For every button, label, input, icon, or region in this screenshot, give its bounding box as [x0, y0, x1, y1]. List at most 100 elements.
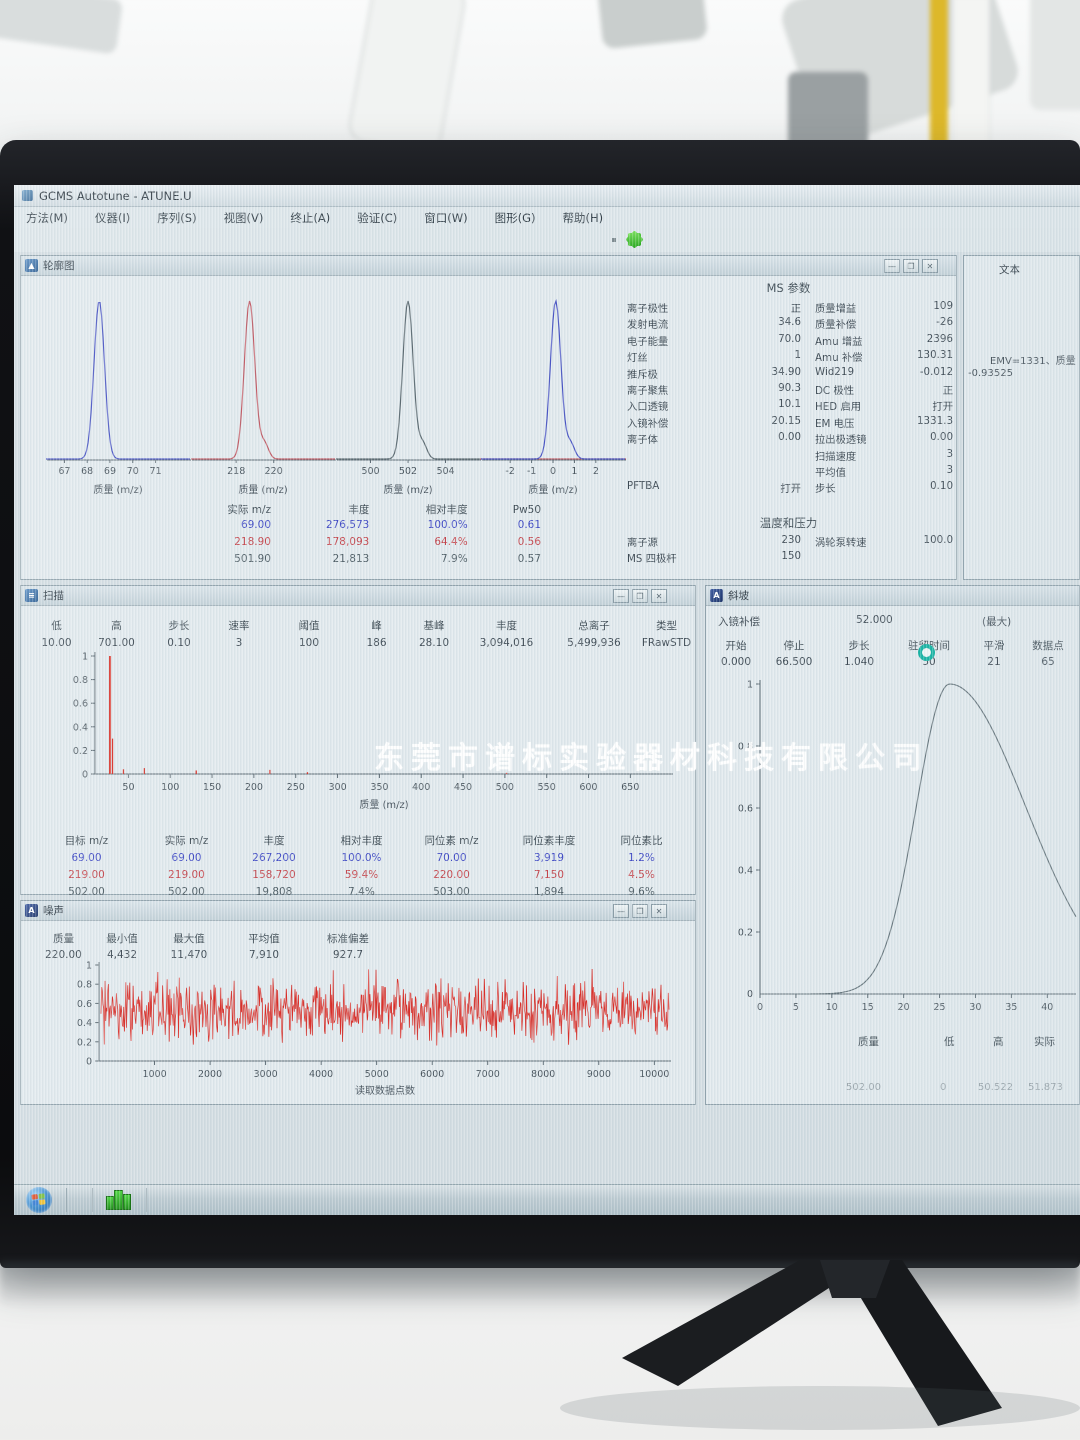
- menu-bar: 方法(M) 仪器(I) 序列(S) 视图(V) 终止(A) 验证(C) 窗口(W…: [14, 207, 1080, 229]
- ms-params-section: MS 参数 离子极性正质量增益109 发射电流34.6质量补偿-26 电子能量7…: [621, 280, 956, 566]
- panel-text: 文本 EMV=1331、质量 -0.93525: [963, 255, 1080, 580]
- svg-text:9000: 9000: [587, 1069, 611, 1080]
- svg-text:读取数据点数: 读取数据点数: [355, 1084, 415, 1097]
- svg-text:10000: 10000: [639, 1069, 669, 1080]
- window-titlebar[interactable]: GCMS Autotune - ATUNE.U: [14, 185, 1080, 207]
- svg-text:500: 500: [496, 782, 514, 793]
- svg-text:0.6: 0.6: [77, 999, 92, 1010]
- panel-ramp: A 斜坡 入镜补偿 52.000 (最大) 开始停止步长驻留时间平滑数据点 0.…: [705, 585, 1080, 1105]
- menu-window[interactable]: 窗口(W): [424, 210, 467, 226]
- taskbar-separator: [146, 1188, 147, 1212]
- panel-ramp-title: 斜坡: [728, 588, 749, 603]
- svg-text:220: 220: [265, 466, 283, 477]
- svg-text:550: 550: [538, 782, 556, 793]
- panel-ramp-titlebar[interactable]: A 斜坡: [706, 586, 1079, 606]
- minimize-icon[interactable]: —: [613, 589, 629, 603]
- svg-text:-2: -2: [505, 466, 514, 477]
- svg-text:0.2: 0.2: [73, 746, 88, 757]
- svg-text:-1: -1: [527, 466, 536, 477]
- svg-text:500: 500: [361, 466, 379, 477]
- toolbar-dot: [612, 238, 616, 242]
- menu-sequence[interactable]: 序列(S): [157, 210, 196, 226]
- run-icon[interactable]: [628, 233, 641, 246]
- panel-profile-titlebar[interactable]: ▲ 轮廓图: [21, 256, 956, 276]
- svg-text:1: 1: [82, 652, 88, 663]
- restore-icon[interactable]: ❐: [903, 259, 919, 273]
- panel-profile: ▲ 轮廓图 — ❐ ✕ 6768697071质量 (m/z) 218220质量 …: [20, 255, 957, 580]
- menu-method[interactable]: 方法(M): [26, 210, 68, 226]
- restore-icon[interactable]: ❐: [632, 904, 648, 918]
- panel-noise-titlebar[interactable]: A 噪声: [21, 901, 695, 921]
- svg-text:1: 1: [86, 961, 92, 972]
- menu-abort[interactable]: 终止(A): [290, 210, 330, 226]
- svg-text:71: 71: [149, 466, 161, 477]
- windows-flag-icon: [31, 1193, 45, 1205]
- svg-text:35: 35: [1005, 1002, 1017, 1013]
- svg-text:0: 0: [550, 466, 556, 477]
- app-icon: [22, 190, 33, 201]
- svg-text:2000: 2000: [198, 1069, 222, 1080]
- taskbar-separator: [66, 1188, 67, 1212]
- close-icon[interactable]: ✕: [651, 589, 667, 603]
- svg-text:5000: 5000: [365, 1069, 389, 1080]
- panel-scan-titlebar[interactable]: ≡ 扫描: [21, 586, 695, 606]
- profile-table-header: 实际 m/z 丰度 相对丰度 Pw50: [181, 502, 541, 519]
- menu-verify[interactable]: 验证(C): [357, 210, 397, 226]
- noise-panel-icon: A: [25, 904, 38, 917]
- lab-arm-left: [0, 0, 123, 54]
- minimize-icon[interactable]: —: [613, 904, 629, 918]
- profile-chart-219: 218 220 质量 (m/z): [188, 286, 338, 498]
- panel-noise: A 噪声 — ❐ ✕ 质量最小值最大值平均值标准偏差 220.004,43211…: [20, 900, 696, 1105]
- svg-text:650: 650: [621, 782, 639, 793]
- ramp-param-max: (最大): [982, 614, 1011, 629]
- svg-text:质量 (m/z): 质量 (m/z): [238, 484, 287, 496]
- svg-text:质量 (m/z): 质量 (m/z): [528, 484, 577, 496]
- taskbar-separator: [92, 1188, 93, 1212]
- table-row: 501.90 21,813 7.9% 0.57: [181, 553, 541, 570]
- close-icon[interactable]: ✕: [651, 904, 667, 918]
- svg-text:20: 20: [898, 1002, 910, 1013]
- lab-arm-white: [346, 0, 468, 156]
- tool-bar: [14, 228, 1080, 253]
- svg-text:质量 (m/z): 质量 (m/z): [93, 484, 142, 496]
- close-icon[interactable]: ✕: [922, 259, 938, 273]
- col-actual-mz: 实际 m/z: [181, 502, 271, 517]
- svg-text:0: 0: [86, 1057, 92, 1068]
- svg-text:7000: 7000: [476, 1069, 500, 1080]
- svg-text:150: 150: [203, 782, 221, 793]
- svg-text:10: 10: [826, 1002, 838, 1013]
- svg-text:4000: 4000: [309, 1069, 333, 1080]
- svg-text:质量 (m/z): 质量 (m/z): [359, 799, 408, 811]
- svg-text:69: 69: [104, 466, 116, 477]
- svg-text:218: 218: [227, 466, 245, 477]
- scan-panel-icon: ≡: [25, 589, 38, 602]
- gcms-taskbar-icon[interactable]: [106, 1190, 132, 1210]
- menu-graph[interactable]: 图形(G): [495, 210, 536, 226]
- svg-text:200: 200: [245, 782, 263, 793]
- temp-pressure-title: 温度和压力: [621, 515, 956, 531]
- restore-icon[interactable]: ❐: [632, 589, 648, 603]
- menu-view[interactable]: 视图(V): [224, 210, 264, 226]
- panel-noise-window-buttons: — ❐ ✕: [613, 904, 667, 918]
- svg-text:25: 25: [933, 1002, 945, 1013]
- watermark: 东莞市谱标实验器材科技有限公司: [374, 733, 929, 777]
- svg-text:504: 504: [436, 466, 454, 477]
- svg-text:0.6: 0.6: [738, 804, 753, 815]
- panel-text-title: 文本: [999, 262, 1020, 277]
- panel-profile-window-buttons: — ❐ ✕: [884, 259, 938, 273]
- svg-text:0.2: 0.2: [77, 1037, 92, 1048]
- start-button[interactable]: [26, 1187, 52, 1213]
- col-abundance: 丰度: [274, 502, 369, 517]
- profile-panel-icon: ▲: [25, 259, 38, 272]
- menu-help[interactable]: 帮助(H): [563, 210, 604, 226]
- svg-text:0: 0: [747, 989, 753, 1000]
- svg-text:2: 2: [593, 466, 599, 477]
- svg-text:300: 300: [329, 782, 347, 793]
- minimize-icon[interactable]: —: [884, 259, 900, 273]
- menu-instrument[interactable]: 仪器(I): [95, 210, 130, 226]
- table-row: 218.90 178,093 64.4% 0.56: [181, 536, 541, 553]
- svg-text:70: 70: [127, 466, 139, 477]
- svg-text:450: 450: [454, 782, 472, 793]
- svg-text:质量 (m/z): 质量 (m/z): [383, 484, 432, 496]
- svg-text:350: 350: [370, 782, 388, 793]
